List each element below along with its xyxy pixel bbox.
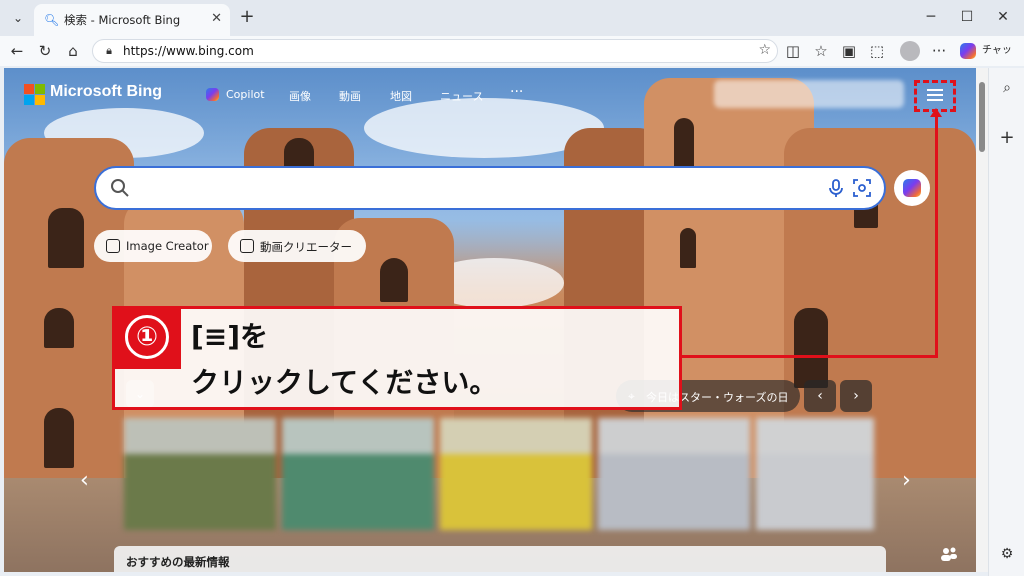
tab-strip: ⌄ 🔍︎ 検索 - Microsoft Bing ✕ + ─ ☐ ✕ bbox=[0, 0, 1024, 36]
nav-maps[interactable]: 地図 bbox=[390, 88, 412, 104]
news-card[interactable] bbox=[282, 418, 434, 530]
scene-window bbox=[44, 408, 74, 468]
next-image-icon[interactable]: › bbox=[840, 380, 872, 412]
edge-sidebar: ⌕ + ⚙ bbox=[988, 68, 1024, 576]
microsoft-logo-icon[interactable] bbox=[24, 84, 46, 106]
search-favicon-icon: 🔍︎ bbox=[44, 13, 60, 27]
minimize-icon[interactable]: ─ bbox=[916, 6, 946, 28]
home-icon[interactable]: ⌂ bbox=[62, 40, 84, 62]
browser-window: ⌄ 🔍︎ 検索 - Microsoft Bing ✕ + ─ ☐ ✕ ← ↻ ⌂… bbox=[0, 0, 1024, 576]
search-box[interactable] bbox=[94, 166, 886, 210]
news-card[interactable] bbox=[598, 418, 750, 530]
address-url: https://www.bing.com bbox=[123, 44, 254, 58]
hamburger-icon bbox=[927, 89, 943, 103]
scene-window bbox=[380, 258, 408, 302]
people-icon[interactable] bbox=[940, 546, 958, 562]
nav-copilot[interactable]: Copilot bbox=[226, 88, 265, 101]
step-number: ① bbox=[125, 315, 169, 359]
search-icon[interactable] bbox=[110, 178, 130, 198]
copilot-button[interactable] bbox=[894, 170, 930, 206]
copilot-chat-button[interactable]: チャット bbox=[956, 39, 1020, 80]
nav-more[interactable]: ··· bbox=[510, 84, 523, 100]
video-creator-button[interactable]: 動画クリエーター bbox=[228, 230, 366, 262]
sidebar-settings-icon[interactable]: ⚙ bbox=[997, 544, 1017, 564]
nav-images[interactable]: 画像 bbox=[289, 88, 311, 104]
user-rewards-area[interactable] bbox=[714, 80, 904, 108]
copilot-nav-icon bbox=[206, 88, 219, 101]
scene-window bbox=[48, 208, 84, 268]
scene-window bbox=[674, 118, 694, 168]
tab-bing-search[interactable]: 🔍︎ 検索 - Microsoft Bing ✕ bbox=[34, 4, 230, 36]
scrollbar-thumb[interactable] bbox=[979, 82, 985, 152]
close-window-icon[interactable]: ✕ bbox=[988, 6, 1018, 28]
news-label: おすすめの最新情報 bbox=[126, 555, 230, 569]
instruction-line-2: クリックしてください。 bbox=[191, 366, 498, 399]
search-input[interactable] bbox=[142, 176, 822, 200]
scene-window bbox=[680, 228, 696, 268]
cards-prev-icon[interactable]: ‹ bbox=[80, 468, 89, 493]
cards-next-icon[interactable]: › bbox=[902, 468, 911, 493]
video-creator-label: 動画クリエーター bbox=[260, 240, 352, 254]
split-screen-icon[interactable]: ◫ bbox=[782, 40, 804, 62]
collections-icon[interactable]: ▣ bbox=[838, 40, 860, 62]
browser-toolbar: ← ↻ ⌂ 🔒︎ https://www.bing.com ☆ ◫ ☆ ▣ ⬚ … bbox=[0, 36, 1024, 80]
refresh-icon[interactable]: ↻ bbox=[34, 40, 56, 62]
bing-homepage: Microsoft Bing Copilot 画像 動画 地図 ニュース ··· bbox=[4, 68, 976, 572]
image-creator-button[interactable]: Image Creator bbox=[94, 230, 212, 262]
maximize-icon[interactable]: ☐ bbox=[952, 6, 982, 28]
favorites-icon[interactable]: ☆ bbox=[810, 40, 832, 62]
microphone-icon[interactable] bbox=[826, 178, 846, 198]
recommended-news-bar[interactable]: おすすめの最新情報 bbox=[114, 546, 886, 572]
visual-search-icon[interactable] bbox=[852, 178, 872, 198]
profile-avatar[interactable] bbox=[900, 41, 920, 61]
tab-actions-menu-icon[interactable]: ⌄ bbox=[8, 8, 28, 28]
tab-title: 検索 - Microsoft Bing bbox=[64, 13, 181, 27]
news-card[interactable] bbox=[756, 418, 874, 530]
address-bar[interactable]: 🔒︎ https://www.bing.com ☆ bbox=[92, 39, 778, 63]
lock-icon[interactable]: 🔒︎ bbox=[101, 43, 117, 59]
more-options-icon[interactable]: ··· bbox=[928, 40, 950, 62]
news-card[interactable] bbox=[440, 418, 592, 530]
tab-close-icon[interactable]: ✕ bbox=[211, 11, 222, 26]
video-creator-icon bbox=[240, 239, 254, 253]
new-tab-icon[interactable]: + bbox=[236, 6, 258, 28]
copilot-icon bbox=[903, 179, 921, 197]
favorite-star-icon[interactable]: ☆ bbox=[758, 42, 771, 58]
instruction-callout: ① [≡]を クリックしてください。 bbox=[112, 306, 682, 410]
image-creator-label: Image Creator bbox=[126, 239, 209, 253]
sidebar-add-icon[interactable]: + bbox=[997, 128, 1017, 148]
screenshot-icon[interactable]: ⬚ bbox=[866, 40, 888, 62]
back-icon[interactable]: ← bbox=[6, 40, 28, 62]
nav-videos[interactable]: 動画 bbox=[339, 88, 361, 104]
copilot-icon bbox=[960, 43, 976, 59]
nav-news[interactable]: ニュース bbox=[440, 88, 483, 104]
scene-window bbox=[44, 308, 74, 348]
bing-brand[interactable]: Microsoft Bing bbox=[50, 83, 162, 101]
sidebar-search-icon[interactable]: ⌕ bbox=[997, 78, 1017, 98]
image-creator-icon bbox=[106, 239, 120, 253]
scene-window bbox=[284, 138, 314, 168]
page-scrollbar[interactable] bbox=[976, 68, 988, 572]
news-card[interactable] bbox=[124, 418, 276, 530]
instruction-line-1: [≡]を bbox=[191, 320, 269, 353]
annotation-connector bbox=[935, 114, 938, 358]
annotation-connector bbox=[682, 355, 938, 358]
step-badge: ① bbox=[115, 309, 181, 369]
scene-window bbox=[794, 308, 828, 388]
previous-image-icon[interactable]: ‹ bbox=[804, 380, 836, 412]
